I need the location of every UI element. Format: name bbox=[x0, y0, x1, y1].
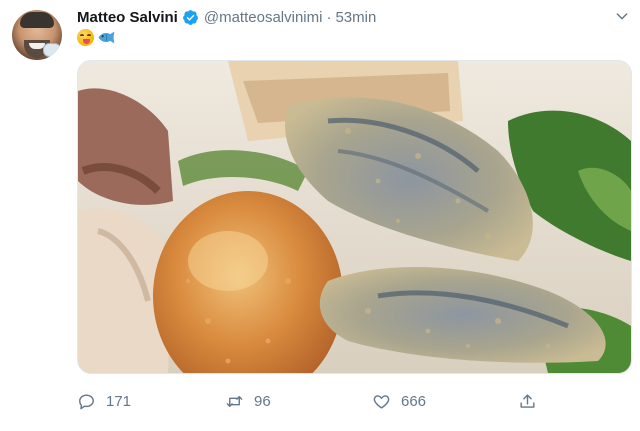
tweet-header: Matteo Salvini @matteosalvinimi · 53min bbox=[77, 6, 376, 28]
avatar-hair bbox=[20, 12, 54, 28]
separator-dot: · bbox=[326, 8, 332, 26]
retweet-button[interactable]: 96 bbox=[225, 388, 271, 414]
avatar[interactable] bbox=[12, 10, 62, 60]
food-photo-image bbox=[78, 61, 631, 373]
share-icon bbox=[520, 393, 535, 408]
reply-count: 171 bbox=[106, 392, 132, 410]
chevron-down-icon[interactable] bbox=[614, 8, 630, 24]
fish-emoji bbox=[98, 31, 115, 44]
verified-badge-icon bbox=[182, 9, 198, 25]
reply-icon bbox=[79, 393, 94, 409]
like-button[interactable]: 666 bbox=[372, 388, 426, 414]
like-count: 666 bbox=[401, 392, 427, 410]
reply-button[interactable]: 171 bbox=[77, 388, 131, 414]
author-name[interactable]: Matteo Salvini bbox=[77, 9, 178, 26]
tweet-actions: 171 96 666 bbox=[77, 388, 557, 416]
share-button[interactable] bbox=[518, 388, 547, 414]
author-handle[interactable]: @matteosalvinimi bbox=[204, 9, 323, 26]
heart-icon bbox=[373, 394, 390, 409]
tweet-text bbox=[77, 29, 116, 46]
avatar-badge bbox=[43, 43, 61, 57]
retweet-icon bbox=[226, 395, 243, 407]
savoring-food-emoji bbox=[77, 29, 94, 46]
tweet: Matteo Salvini @matteosalvinimi · 53min bbox=[0, 0, 640, 431]
retweet-count: 96 bbox=[254, 392, 271, 410]
timestamp[interactable]: 53min bbox=[335, 9, 376, 26]
tweet-photo[interactable] bbox=[77, 60, 632, 374]
